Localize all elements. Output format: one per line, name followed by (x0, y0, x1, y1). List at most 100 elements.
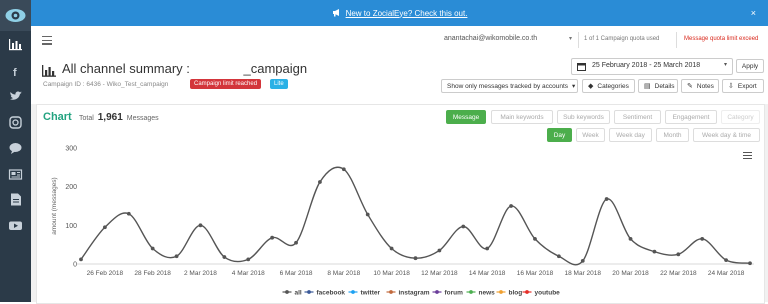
data-point (150, 246, 155, 251)
x-tick-label: 8 Mar 2018 (327, 270, 360, 277)
data-point (294, 240, 298, 245)
date-range-text: 25 February 2018 - 25 March 2018 (592, 62, 701, 69)
bar-chart-icon (42, 65, 56, 77)
quota-text: 1 of 1 Campaign quota used (584, 36, 660, 42)
youtube-icon[interactable] (8, 218, 23, 233)
data-point (198, 223, 203, 228)
export-button[interactable]: ⇩ Export (722, 79, 764, 93)
categories-button[interactable]: ◆ Categories (582, 79, 635, 93)
legend-marker-youtube (525, 290, 529, 294)
x-tick-label: 28 Feb 2018 (134, 270, 171, 277)
data-point (79, 257, 83, 262)
pencil-icon: ✎ (687, 83, 693, 90)
forum-icon[interactable] (8, 141, 23, 156)
details-label: Details (654, 82, 675, 90)
data-point (628, 236, 633, 241)
download-icon: ⇩ (728, 83, 734, 90)
data-point (365, 212, 370, 217)
chart-panel: Chart Total 1,961 Messages Message Main … (36, 104, 765, 304)
data-point (485, 246, 490, 251)
legend-label-forum: forum (445, 290, 464, 297)
export-label: Export (737, 82, 757, 90)
notes-button[interactable]: ✎ Notes (681, 79, 719, 93)
legend-label-news: news (479, 290, 496, 297)
data-point (580, 259, 585, 263)
user-email[interactable]: anantachai@wikomobile.co.th (444, 35, 537, 42)
quota-exceed-text: Message quota limit exceed (684, 36, 759, 42)
campaign-limit-badge: Campaign limit reached (190, 79, 262, 89)
x-tick-label: 10 Mar 2018 (373, 270, 410, 277)
y-tick-label: 0 (73, 262, 77, 269)
data-point (748, 261, 752, 266)
eye-logo-icon (5, 9, 26, 22)
svg-text:f: f (13, 67, 17, 79)
legend-label-all: all (295, 290, 302, 297)
legend-marker-all (285, 290, 289, 294)
hamburger-menu-icon[interactable] (42, 36, 52, 47)
divider (578, 32, 579, 48)
sidebar: f (0, 0, 31, 302)
x-tick-label: 2 Mar 2018 (184, 270, 217, 277)
data-point (676, 252, 681, 257)
legend-label-facebook: facebook (317, 290, 346, 297)
apply-button[interactable]: Apply (736, 59, 764, 73)
data-point (222, 255, 227, 259)
legend-marker-forum (435, 290, 439, 294)
y-tick-label: 200 (65, 184, 77, 191)
y-tick-label: 100 (65, 223, 77, 230)
data-point (437, 248, 442, 253)
line-chart: 0 100 200 300 amount (messages) 26 Feb 2018 28… (51, 146, 754, 297)
data-point (700, 236, 705, 241)
date-range-picker[interactable]: 25 February 2018 - 25 March 2018 ▾ (571, 58, 733, 75)
page-title-suffix: _campaign (243, 61, 308, 76)
data-point (652, 249, 657, 254)
x-tick-label: 26 Feb 2018 (87, 270, 124, 277)
notes-label: Notes (696, 82, 714, 90)
filter-dropdown[interactable]: Show only messages tracked by accounts ▾ (441, 79, 578, 93)
y-tick-label: 300 (65, 146, 77, 153)
announcement-bar: New to ZocialEye? Check this out. × (31, 0, 768, 26)
page-title-prefix: All channel summary : (62, 61, 190, 76)
twitter-icon[interactable] (8, 89, 23, 104)
categories-label: Categories (597, 82, 629, 90)
chevron-down-icon[interactable]: ▾ (569, 35, 572, 42)
legend-marker-twitter (351, 290, 355, 294)
legend-label-youtube: youtube (535, 290, 561, 297)
app-logo[interactable] (0, 0, 31, 31)
filter-label: Show only messages tracked by accounts (447, 82, 569, 90)
x-tick-label: 16 Mar 2018 (517, 270, 554, 277)
announcement-link[interactable]: New to ZocialEye? Check this out. (346, 9, 468, 18)
x-tick-label: 14 Mar 2018 (469, 270, 506, 277)
legend-marker-instagram (389, 290, 393, 294)
bar-chart-icon[interactable] (8, 37, 23, 52)
news-icon[interactable] (8, 167, 23, 182)
top-header: anantachai@wikomobile.co.th ▾ 1 of 1 Cam… (31, 26, 768, 55)
legend-marker-blog (499, 290, 503, 294)
data-point (126, 211, 131, 216)
series-line-all (80, 166, 751, 266)
data-point (724, 258, 729, 263)
file-icon: ▤ (644, 83, 651, 90)
data-point (533, 236, 537, 241)
calendar-icon (577, 63, 586, 71)
data-point (102, 225, 107, 230)
data-point (413, 256, 418, 261)
divider (676, 32, 677, 48)
legend-label-blog: blog (509, 290, 523, 297)
details-button[interactable]: ▤ Details (638, 79, 678, 93)
data-point (389, 246, 394, 251)
blog-icon[interactable] (8, 192, 23, 207)
x-tick-label: 24 Mar 2018 (708, 270, 745, 277)
instagram-icon[interactable] (8, 115, 23, 130)
legend-label-twitter: twitter (361, 290, 381, 297)
data-point (509, 204, 513, 208)
data-point (461, 224, 466, 229)
facebook-icon[interactable]: f (8, 64, 23, 79)
title-bar: All channel summary : _campaign Campaign… (31, 54, 768, 104)
close-announcement-button[interactable]: × (751, 8, 756, 18)
x-tick-label: 22 Mar 2018 (660, 270, 697, 277)
legend-label-instagram: instagram (399, 290, 430, 297)
data-point (246, 257, 251, 262)
x-tick-label: 12 Mar 2018 (421, 270, 458, 277)
data-point (341, 167, 346, 172)
